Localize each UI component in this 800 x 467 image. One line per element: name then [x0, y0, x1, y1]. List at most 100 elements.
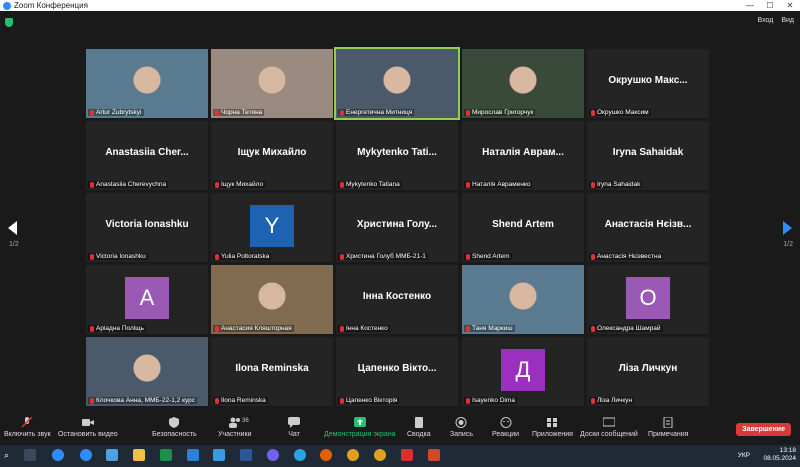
participant-tile[interactable]: Мирослав Григорчук: [462, 49, 584, 118]
participant-caption: Христина Голуб ММБ-21-1: [338, 253, 428, 260]
participant-video: [211, 49, 333, 118]
participant-tile[interactable]: Енергетична Митниця: [334, 47, 460, 120]
window-titlebar: Zoom Конференция — ☐ ✕: [0, 0, 800, 11]
mic-muted-icon: [90, 325, 94, 332]
mic-muted-icon: [591, 181, 595, 188]
whiteboards-button[interactable]: Доски сообщений: [580, 417, 638, 438]
participant-caption: Клочкова Анна, ММБ-22-1,2 курс: [88, 397, 198, 404]
participant-caption: Окрушко Максим: [589, 109, 651, 116]
participant-tile[interactable]: Artur Zubrytskyi: [86, 49, 208, 118]
word-icon[interactable]: [240, 449, 252, 461]
participant-name: Чорна Тетяна: [221, 109, 263, 116]
store-icon[interactable]: [106, 449, 118, 461]
participant-tile[interactable]: Ilona Reminska Ilona Reminska: [211, 337, 333, 406]
share-screen-button[interactable]: Демонстрация экрана: [324, 417, 396, 438]
clock-date: 08.05.2024: [763, 455, 796, 462]
participant-tile[interactable]: Iryna Sahaidak Iryna Sahaidak: [587, 121, 709, 190]
prev-page-icon[interactable]: [8, 221, 17, 235]
summary-icon: [414, 417, 423, 428]
participant-caption: Мирослав Григорчук: [464, 109, 536, 116]
powerpoint-icon[interactable]: [428, 449, 440, 461]
mail-icon[interactable]: [187, 449, 199, 461]
mic-muted-icon: [466, 253, 470, 260]
participant-tile[interactable]: Anastasiia Cher... Anastasiia Cherevychna: [86, 121, 208, 190]
participant-tile[interactable]: Анастасия Кляшторная: [211, 265, 333, 334]
participant-tile[interactable]: Ліза Личкун Ліза Личкун: [587, 337, 709, 406]
participant-tile[interactable]: Наталія Аврам... Наталія Авраменко: [462, 121, 584, 190]
close-button[interactable]: ✕: [780, 0, 800, 11]
task-view-icon[interactable]: [24, 449, 36, 461]
edge-icon[interactable]: [52, 449, 64, 461]
participant-tile[interactable]: Victoria Ionashku Victoria Ionashku: [86, 193, 208, 262]
page-indicator-right: 1/2: [783, 241, 793, 248]
participant-caption: Олександра Шамрай: [589, 325, 663, 332]
unmute-button[interactable]: Включить звук: [4, 417, 51, 438]
participant-tile[interactable]: Mykytenko Tati... Mykytenko Tatiana: [336, 121, 458, 190]
participant-name: Anastasiia Cherevychna: [96, 181, 167, 188]
participant-tile[interactable]: Y Yulia Poltoratska: [211, 193, 333, 262]
participant-name: Інна Костенко: [346, 325, 388, 332]
participants-count: 36: [242, 418, 249, 424]
apps-icon: [547, 418, 558, 427]
mic-muted-icon: [215, 253, 219, 260]
chat-icon: [288, 417, 300, 428]
mic-muted-icon: [466, 181, 470, 188]
chat-button[interactable]: Чат: [288, 417, 300, 438]
participant-caption: Чорна Тетяна: [213, 109, 265, 116]
participant-caption: Yulia Poltoratska: [213, 253, 272, 260]
end-meeting-button[interactable]: Завершение: [736, 423, 791, 436]
participant-tile[interactable]: O Олександра Шамрай: [587, 265, 709, 334]
enter-button[interactable]: Вход: [757, 17, 773, 24]
notes-button[interactable]: Примечания: [648, 417, 688, 438]
participant-tile[interactable]: Анастасія Нєізв... Анастасія Нєізвестна: [587, 193, 709, 262]
participant-tile[interactable]: Чорна Тетяна: [211, 49, 333, 118]
search-icon[interactable]: ⌕: [4, 450, 9, 461]
minimize-button[interactable]: —: [740, 0, 760, 11]
participant-tile[interactable]: Інна Костенко Інна Костенко: [336, 265, 458, 334]
record-button[interactable]: Запись: [450, 417, 473, 438]
excel-icon[interactable]: [160, 449, 172, 461]
telegram-icon[interactable]: [294, 449, 306, 461]
participant-caption: Isayenko Dima: [464, 397, 517, 404]
participant-display-name: Інна Костенко: [362, 291, 432, 302]
participant-tile[interactable]: Таня Маркиш: [462, 265, 584, 334]
next-page-icon[interactable]: [783, 221, 792, 235]
participant-tile[interactable]: A Аріадна Поліщь: [86, 265, 208, 334]
zoom-logo-icon: [3, 1, 11, 10]
firefox-icon[interactable]: [320, 449, 332, 461]
participant-tile[interactable]: Цапенко Вікто... Цапенко Вікторія: [336, 337, 458, 406]
participants-icon: [228, 417, 240, 428]
participant-name: Окрушко Максим: [597, 109, 649, 116]
participant-tile[interactable]: Shend Artem Shend Artem: [462, 193, 584, 262]
stop-video-button[interactable]: Остановить видео: [58, 417, 118, 438]
language-indicator[interactable]: УКР: [738, 452, 750, 459]
viber-icon[interactable]: [267, 449, 279, 461]
explorer-icon[interactable]: [133, 449, 145, 461]
clock[interactable]: 13:18 08.05.2024: [763, 447, 796, 463]
chrome-icon[interactable]: [347, 449, 359, 461]
participant-video: [462, 265, 584, 334]
security-shield-icon[interactable]: [5, 18, 13, 27]
windows-taskbar: ⌕ УКР 13:18 08.05.2024: [0, 445, 800, 467]
acrobat-icon[interactable]: [401, 449, 413, 461]
reactions-button[interactable]: Реакции: [492, 417, 519, 438]
view-button[interactable]: Вид: [781, 17, 794, 24]
participant-name: Христина Голуб ММБ-21-1: [346, 253, 426, 260]
participant-tile[interactable]: Іщук Михайло Іщук Михайло: [211, 121, 333, 190]
window-controls: — ☐ ✕: [740, 0, 800, 11]
security-button[interactable]: Безопасность: [152, 417, 197, 438]
shield-icon: [169, 417, 180, 428]
participant-name: Анастасія Нєізвестна: [597, 253, 662, 260]
zoom-taskbar-icon[interactable]: [80, 449, 92, 461]
participant-tile[interactable]: Окрушко Макс... Окрушко Максим: [587, 49, 709, 118]
participant-tile[interactable]: Д Isayenko Dima: [462, 337, 584, 406]
whiteboard-icon: [602, 417, 615, 427]
participant-tile[interactable]: Клочкова Анна, ММБ-22-1,2 курс: [86, 337, 208, 406]
outlook-icon[interactable]: [213, 449, 225, 461]
mic-muted-icon: [591, 325, 595, 332]
maximize-button[interactable]: ☐: [760, 0, 780, 11]
summary-button[interactable]: Сводка: [407, 417, 431, 438]
chrome-alt-icon[interactable]: [374, 449, 386, 461]
participant-tile[interactable]: Христина Голу... Христина Голуб ММБ-21-1: [336, 193, 458, 262]
apps-button[interactable]: Приложения: [532, 417, 573, 438]
